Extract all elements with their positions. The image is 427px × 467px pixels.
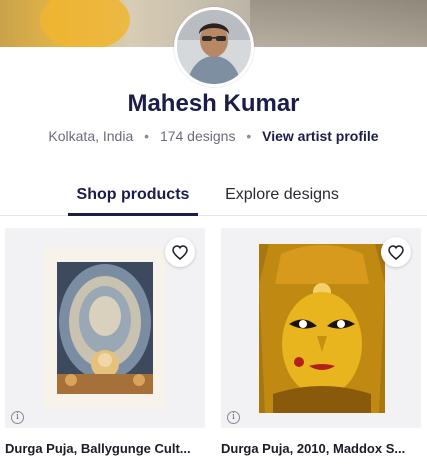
heart-outline-icon bbox=[388, 244, 404, 260]
product-image[interactable] bbox=[259, 244, 385, 413]
artist-meta: Kolkata, India • 174 designs • View arti… bbox=[0, 128, 427, 144]
design-count: 174 designs bbox=[159, 128, 236, 144]
durga-face-artwork bbox=[259, 244, 385, 413]
artist-name: Mahesh Kumar bbox=[127, 90, 300, 117]
product-image[interactable] bbox=[44, 247, 166, 409]
durga-idol-artwork bbox=[57, 262, 153, 394]
product-title[interactable]: Durga Puja, 2010, Maddox S... bbox=[221, 441, 426, 456]
favorite-button[interactable] bbox=[165, 237, 195, 267]
avatar-photo bbox=[177, 10, 251, 84]
tab-explore-designs[interactable]: Explore designs bbox=[214, 178, 350, 216]
separator-dot: • bbox=[246, 128, 252, 144]
artist-location: Kolkata, India bbox=[48, 128, 134, 144]
info-icon[interactable]: i bbox=[227, 411, 240, 424]
tab-shop-products[interactable]: Shop products bbox=[68, 178, 198, 216]
product-title[interactable]: Durga Puja, Ballygunge Cult... bbox=[5, 441, 210, 456]
view-artist-profile-link[interactable]: View artist profile bbox=[262, 128, 378, 144]
separator-dot: • bbox=[144, 128, 150, 144]
tab-bar: Shop products Explore designs bbox=[0, 178, 427, 216]
product-card[interactable]: i bbox=[221, 228, 421, 428]
artist-avatar[interactable] bbox=[174, 7, 254, 87]
favorite-button[interactable] bbox=[381, 237, 411, 267]
info-icon[interactable]: i bbox=[11, 411, 24, 424]
heart-outline-icon bbox=[172, 244, 188, 260]
product-card[interactable]: i bbox=[5, 228, 205, 428]
